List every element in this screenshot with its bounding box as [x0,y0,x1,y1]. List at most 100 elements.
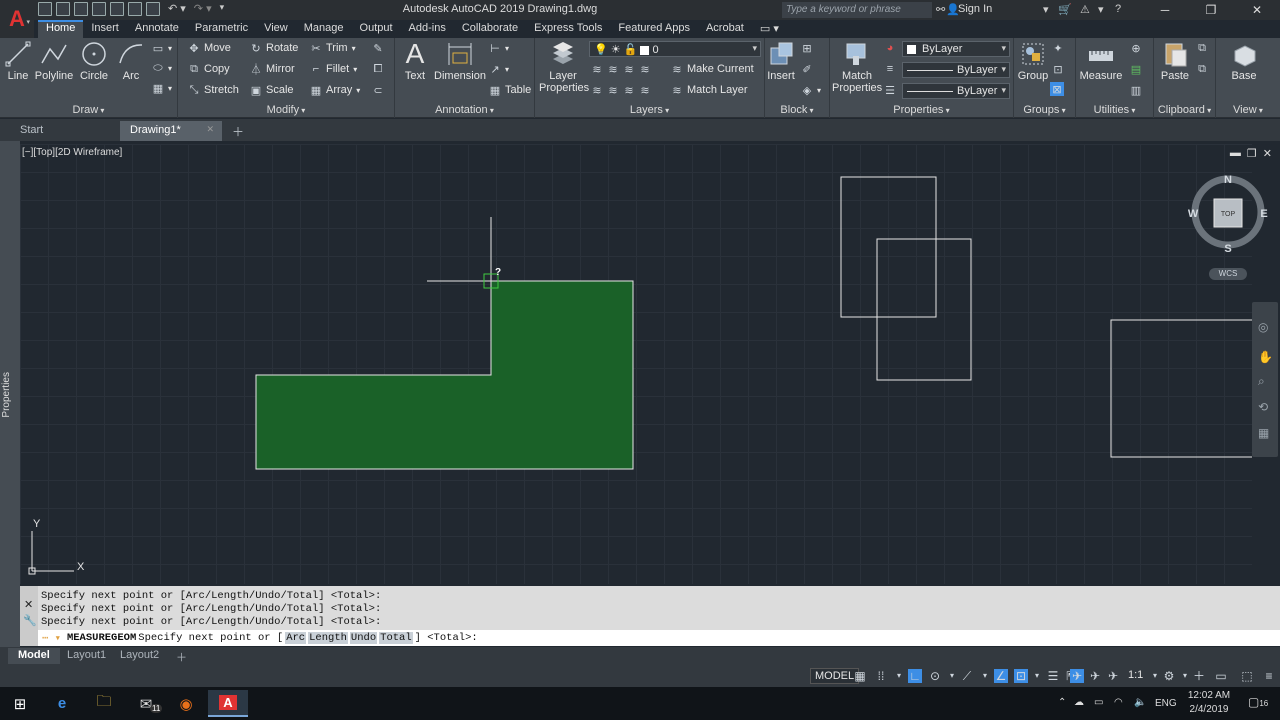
chevron-up-icon[interactable]: ⌃ [1058,697,1066,708]
copy-button[interactable]: ⧉ Copy [188,63,230,76]
trim-button[interactable]: ✂ Trim ▾ [310,42,355,55]
tab-layout2[interactable]: Layout2 [110,648,169,664]
mail-icon[interactable]: ✉ 11 [126,690,166,717]
tab-manage[interactable]: Manage [296,20,352,38]
copy-clip-button[interactable]: ⧉ [1196,63,1208,75]
edge-browser-icon[interactable]: e [42,690,82,717]
tab-view[interactable]: View [256,20,296,38]
tab-featured-apps[interactable]: Featured Apps [610,20,698,38]
lineweight-dropdown[interactable]: ByLayer [902,62,1010,78]
rotate-button[interactable]: ↻ Rotate [250,42,298,55]
measure-button[interactable]: Measure [1078,40,1124,82]
linetype-dropdown[interactable]: ByLayer [902,83,1010,99]
create-block-button[interactable]: ⊞ [801,42,813,55]
offset-button[interactable]: ⊂ [372,84,384,97]
firefox-icon[interactable]: ◉ [166,690,206,717]
notifications-icon[interactable]: ▢16 [1248,695,1268,709]
chevron-down-icon[interactable]: ▾ [1098,3,1104,16]
calculator-button[interactable]: ▥ [1130,84,1142,97]
compass-east-label[interactable]: E [1260,208,1267,220]
tab-start[interactable]: Start [10,121,120,141]
polar-icon[interactable]: ⊙ [928,669,942,683]
view-panel-title[interactable]: View [1216,104,1280,116]
orbit-icon[interactable]: ⟲ [1258,400,1268,414]
help-icon[interactable]: ? [1115,3,1121,15]
tab-addins[interactable]: Add-ins [401,20,454,38]
layer-properties-button[interactable]: Layer Properties [539,40,589,94]
close-icon[interactable]: ✕ [24,598,33,611]
erase-button[interactable]: ✎ [372,42,384,55]
chevron-down-icon[interactable]: ▾ [1148,669,1162,683]
match-layer-button[interactable]: ≋ Match Layer [671,84,747,97]
draw-panel-title[interactable]: Draw [0,104,177,116]
application-menu-button[interactable]: A ▾ [0,0,34,38]
workspace-gear-icon[interactable]: ⚙ [1162,669,1176,683]
edit-attributes-button[interactable]: ◈ ▾ [801,84,821,97]
model-space-button[interactable]: MODEL [810,668,860,684]
modify-panel-title[interactable]: Modify [178,104,394,116]
customization-icon[interactable]: ≡ [1262,669,1276,683]
make-current-button[interactable]: ≋ Make Current [671,63,753,76]
group-edit-button[interactable]: ⊡ [1052,63,1064,76]
minimize-icon[interactable]: ▬ [1230,147,1241,160]
chevron-down-icon[interactable]: ▾ [892,669,906,683]
annotation-visibility-icon[interactable]: ✈ [1070,669,1084,683]
arc-button[interactable]: Arc [114,40,148,82]
dimension-button[interactable]: Dimension [433,40,487,82]
layer-dropdown[interactable]: 💡 ☀ 🔓 0 [589,41,761,57]
command-input[interactable]: ⋯ ▾ MEASUREGEOM Specify next point or [A… [38,630,1280,646]
tab-parametric[interactable]: Parametric [187,20,256,38]
restore-icon[interactable]: ❐ [1247,147,1257,160]
chevron-down-icon[interactable]: ▾ [1030,669,1044,683]
ribbon-options-icon[interactable]: ▭ ▾ [752,20,787,38]
plus-icon[interactable]: ＋ [1192,669,1206,683]
tab-layout1[interactable]: Layout1 [57,648,116,664]
pan-hand-icon[interactable]: ✋ [1258,350,1273,364]
compass-north-label[interactable]: N [1224,174,1232,186]
array-button[interactable]: ▦ Array ▾ [310,84,361,97]
option-total[interactable]: Total [379,632,413,644]
minimize-icon[interactable]: ─ [1142,0,1188,20]
connect-icon[interactable]: ⚠ [1080,3,1090,16]
tab-collaborate[interactable]: Collaborate [454,20,526,38]
table-button[interactable]: ▦ Table [489,84,532,97]
lineweight-display-icon[interactable]: ☰ [1046,669,1060,683]
explode-button[interactable]: ⧠ [372,63,384,75]
fillet-button[interactable]: ⌐ Fillet ▾ [310,63,357,75]
language-indicator[interactable]: ENG [1155,698,1177,709]
tab-acrobat[interactable]: Acrobat [698,20,752,38]
rectangle-1[interactable] [840,176,937,318]
wcs-menu-button[interactable]: WCS [1209,268,1247,280]
stretch-button[interactable]: ⤡ Stretch [188,84,239,97]
move-button[interactable]: ✥ Move [188,42,231,55]
linear-dim-button[interactable]: ⊢ ▾ [489,42,509,55]
ortho-icon[interactable]: ∟ [908,669,922,683]
fullscreen-icon[interactable]: ⬚ [1240,669,1254,683]
isolate-objects-icon[interactable]: ▭ [1214,669,1228,683]
annotation-panel-title[interactable]: Annotation [395,104,534,116]
sign-in-button[interactable]: Sign In [958,3,992,15]
showmotion-icon[interactable]: ▦ [1258,426,1269,440]
groups-panel-title[interactable]: Groups [1014,104,1075,116]
drawing-viewport[interactable]: ? Y X [20,144,1252,584]
file-explorer-icon[interactable]: 🗀 [84,690,124,717]
match-properties-button[interactable]: Match Properties [832,40,882,94]
mirror-button[interactable]: ⏃ Mirror [250,63,295,76]
calculator-grid-button[interactable]: ▤ [1130,63,1142,76]
line-button[interactable]: Line [2,40,34,82]
utilities-panel-title[interactable]: Utilities [1076,104,1153,116]
layer-tools-row-1[interactable]: ≋ ≋ ≋ ≋ [591,63,651,76]
circle-button[interactable]: Circle [76,40,112,82]
option-undo[interactable]: Undo [349,632,378,644]
cut-button[interactable]: ⧉ [1196,42,1208,54]
close-icon[interactable]: ✕ [1263,147,1272,160]
windows-start-icon[interactable]: ⊞ [0,690,40,717]
layer-tools-row-2[interactable]: ≋ ≋ ≋ ≋ [591,84,651,97]
object-snap-icon[interactable]: ⊡ [1014,669,1028,683]
close-icon[interactable]: ✕ [206,124,214,135]
option-arc[interactable]: Arc [285,632,307,644]
annotation-scale-icon[interactable]: ✈ [1106,669,1120,683]
layers-panel-title[interactable]: Layers [535,104,764,116]
chevron-down-icon[interactable]: ▾ [1043,3,1049,16]
viewport-controls-label[interactable]: [−][Top][2D Wireframe] [22,147,122,158]
